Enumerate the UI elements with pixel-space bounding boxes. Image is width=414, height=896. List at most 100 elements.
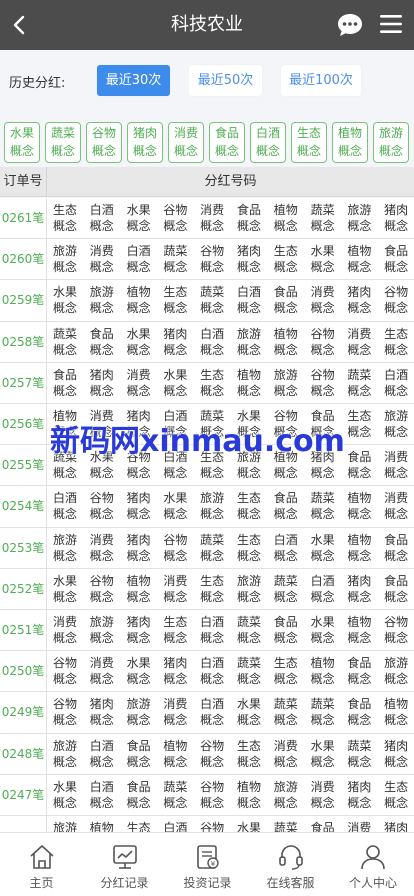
dividend-code-suffix: 概念 <box>89 219 114 233</box>
dividend-code: 消费概念 <box>381 449 411 481</box>
dividend-code-name: 谷物 <box>200 821 225 832</box>
category-chip[interactable]: 消费 概念 <box>168 122 204 163</box>
filter-recent-30-button[interactable]: 最近30次 <box>97 65 170 96</box>
chat-bubble-icon[interactable] <box>337 12 363 38</box>
dividend-code: 蔬菜概念 <box>344 367 374 399</box>
dividend-code-name: 蔬菜 <box>200 285 225 300</box>
dividend-code-suffix: 概念 <box>384 342 409 357</box>
category-chip[interactable]: 水果 概念 <box>4 122 40 163</box>
filter-recent-50-button[interactable]: 最近50次 <box>189 65 262 96</box>
dividend-code-suffix: 概念 <box>236 260 261 275</box>
category-chip[interactable]: 谷物 概念 <box>86 122 122 163</box>
dividend-code: 谷物概念 <box>381 284 411 316</box>
dividend-code-suffix: 概念 <box>273 795 298 810</box>
dividend-code-suffix: 概念 <box>163 548 188 563</box>
dividend-code-suffix: 概念 <box>163 219 188 233</box>
dividend-code-suffix: 概念 <box>163 383 188 398</box>
dividend-code-suffix: 概念 <box>52 466 77 481</box>
dividend-code-suffix: 概念 <box>163 260 188 275</box>
dividend-code-name: 蔬菜 <box>310 697 335 712</box>
dividend-code: 谷物概念 <box>197 738 227 770</box>
dividend-code-suffix: 概念 <box>310 507 335 522</box>
dividend-code-name: 生态 <box>273 244 298 259</box>
filter-recent-100-button[interactable]: 最近100次 <box>281 65 361 96</box>
dividend-code-suffix: 概念 <box>200 795 225 810</box>
dividend-code-name: 谷物 <box>89 573 114 588</box>
dividend-code: 水果概念 <box>50 573 80 605</box>
dividend-code-suffix: 概念 <box>347 631 372 645</box>
dividend-code-suffix: 概念 <box>236 589 261 604</box>
dividend-code: 旅游概念 <box>381 408 411 440</box>
dividend-code-name: 水果 <box>236 821 261 832</box>
category-chip[interactable]: 植物 概念 <box>332 122 368 163</box>
tab-investment-records[interactable]: ¥ 投资记录 <box>166 833 249 896</box>
dividend-code-suffix: 概念 <box>384 383 409 398</box>
dividend-code-name: 白酒 <box>310 573 335 588</box>
tab-online-service[interactable]: 在线客服 <box>249 833 332 896</box>
dividend-table[interactable]: 0261笔 生态 概念 白酒 概念 水果 概念 谷物 概念 消费 概念 食品 概念 植物 概念 蔬菜 概念 旅游概… <box>0 198 414 832</box>
dividend-code-name: 食品 <box>126 738 151 753</box>
category-chip-suffix: 概念 <box>337 144 362 158</box>
dividend-code: 生态概念 <box>381 326 411 358</box>
dividend-code-suffix: 概念 <box>89 383 114 398</box>
dividend-code: 食品概念 <box>344 655 374 687</box>
dividend-code-suffix: 概念 <box>384 631 409 645</box>
dividend-code: 蔬菜概念 <box>234 614 264 646</box>
dividend-code: 旅游概念 <box>381 655 411 687</box>
dividend-code-name: 旅游 <box>236 573 261 588</box>
dividend-code-name: 白酒 <box>273 532 298 547</box>
dividend-code-suffix: 概念 <box>89 260 114 275</box>
table-row: 0261笔 生态 概念 白酒 概念 水果 概念 谷物 概念 消费 概念 食品 概念 植物 概念 蔬菜 概念 旅游概… <box>0 198 414 240</box>
dividend-code-suffix: 概念 <box>384 672 409 687</box>
dividend-code: 白酒概念 <box>87 738 117 770</box>
category-chip[interactable]: 食品 概念 <box>209 122 245 163</box>
dividend-code: 食品概念 <box>271 284 301 316</box>
category-chip[interactable]: 猪肉 概念 <box>127 122 163 163</box>
dividend-code-name: 猪肉 <box>163 326 188 341</box>
tab-profile[interactable]: 个人中心 <box>332 833 414 896</box>
dividend-code-name: 消费 <box>52 615 77 629</box>
order-number <box>0 816 47 832</box>
dividend-code-suffix: 概念 <box>273 507 298 522</box>
dividend-code: 水果概念 <box>234 820 264 832</box>
tab-home[interactable]: 主页 <box>0 833 83 896</box>
dividend-code-suffix: 概念 <box>126 795 151 810</box>
dividend-code-suffix: 概念 <box>236 672 261 687</box>
dividend-code-name: 消费 <box>163 697 188 712</box>
tab-dividend-records[interactable]: 分红记录 <box>83 833 166 896</box>
dividend-code: 旅游概念 <box>87 614 117 646</box>
dividend-code: 生态概念 <box>197 367 227 399</box>
dividend-code: 消费概念 <box>197 202 227 234</box>
category-chip[interactable]: 生态 概念 <box>291 122 327 163</box>
dividend-code: 猪肉概念 <box>344 573 374 605</box>
category-chip-suffix: 概念 <box>214 144 239 158</box>
dividend-code-name: 生态 <box>163 285 188 300</box>
tab-profile-label: 个人中心 <box>348 876 397 890</box>
dividend-code-suffix: 概念 <box>126 383 151 398</box>
dividend-code-name: 谷物 <box>384 285 409 300</box>
dividend-code-suffix: 概念 <box>126 631 151 645</box>
dividend-code: 蔬菜概念 <box>344 738 374 770</box>
dividend-code-name: 植物 <box>347 244 372 259</box>
user-icon <box>361 845 385 870</box>
dividend-code: 植物概念 <box>308 655 338 687</box>
dividend-code: 植物概念 <box>234 779 264 811</box>
dividend-code: 食品概念 <box>271 490 301 522</box>
dividend-code-name: 食品 <box>310 821 335 832</box>
dividend-code-suffix: 概念 <box>89 754 114 769</box>
dividend-code-suffix: 概念 <box>126 342 151 357</box>
dividend-code-name: 蔬菜 <box>347 738 372 753</box>
category-chip-name: 水果 <box>9 126 34 140</box>
category-chip[interactable]: 旅游 概念 <box>373 122 409 163</box>
dividend-code-name: 植物 <box>347 532 372 547</box>
dividend-code-suffix: 概念 <box>163 631 188 645</box>
category-chip[interactable]: 白酒 概念 <box>250 122 286 163</box>
menu-icon[interactable] <box>379 13 403 35</box>
dividend-code-name: 植物 <box>273 203 298 217</box>
dividend-code-name: 猪肉 <box>384 203 409 217</box>
dividend-code: 食品概念 <box>381 573 411 605</box>
dividend-code-name: 蔬菜 <box>310 491 335 506</box>
dividend-code-name: 蔬菜 <box>52 326 77 341</box>
dividend-code-suffix: 概念 <box>52 713 77 728</box>
category-chip[interactable]: 蔬菜 概念 <box>45 122 81 163</box>
